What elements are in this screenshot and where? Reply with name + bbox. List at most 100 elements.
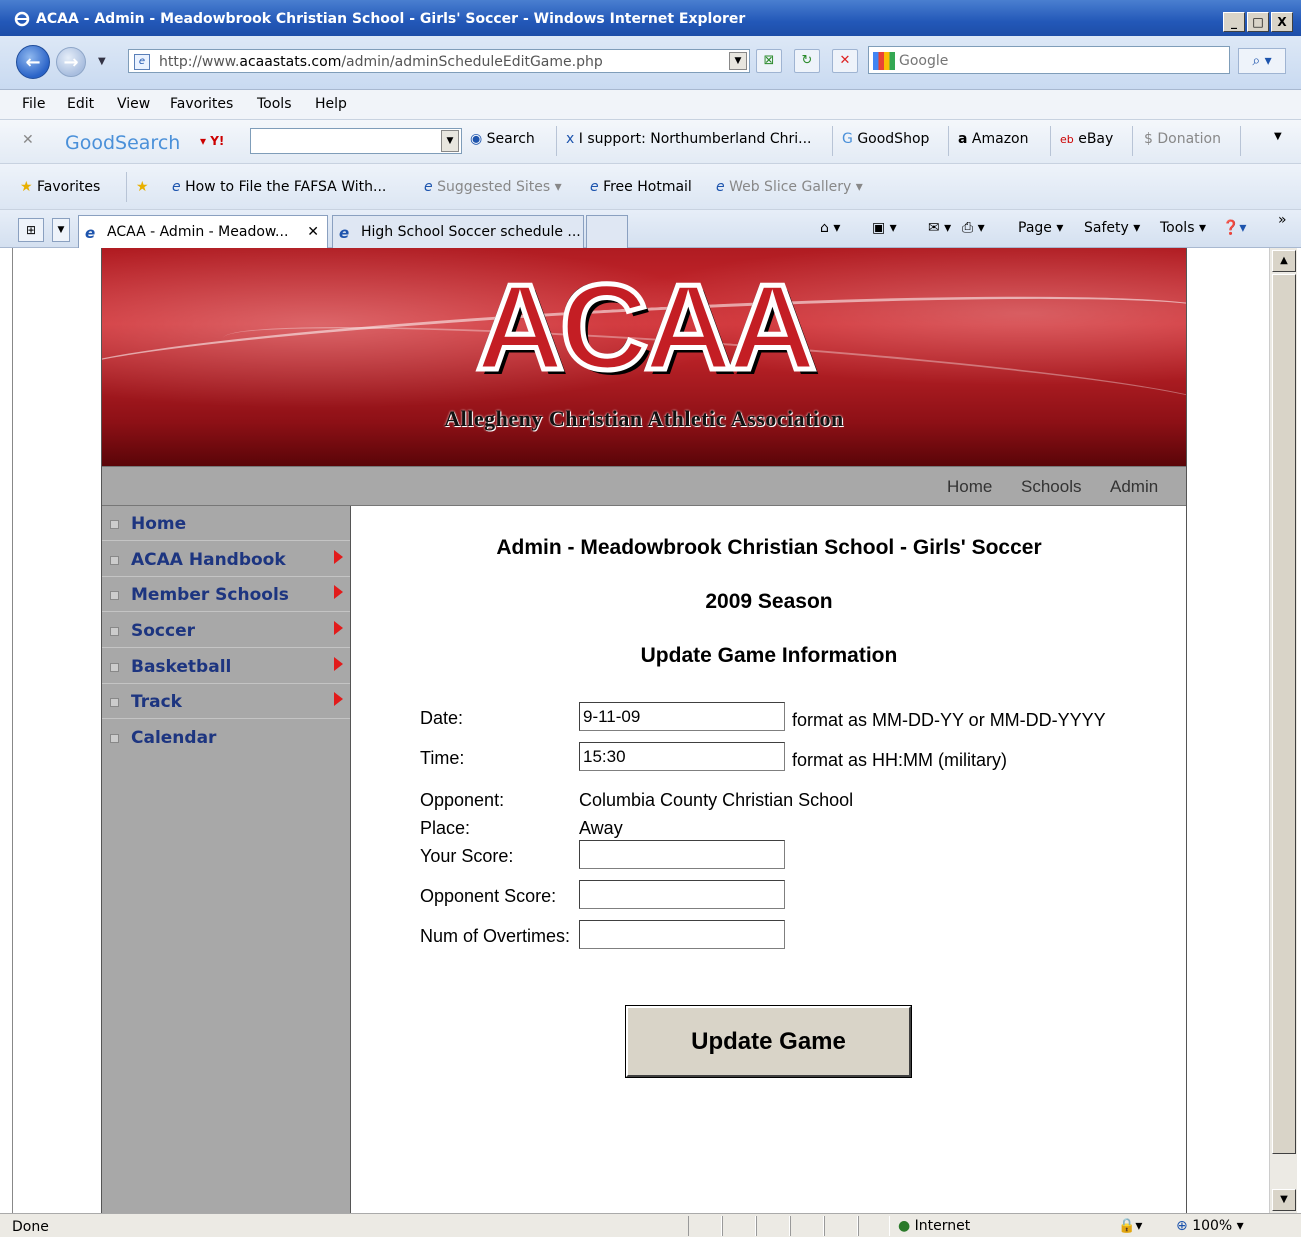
scroll-up-icon[interactable]: ▲: [1272, 250, 1296, 272]
donation-link[interactable]: $ Donation: [1144, 131, 1221, 147]
menu-tools[interactable]: Tools: [257, 96, 292, 112]
place-label: Place:: [420, 818, 471, 838]
help-icon[interactable]: ❓▾: [1222, 220, 1246, 236]
protected-mode-icon[interactable]: 🔒▾: [1118, 1218, 1142, 1234]
goodsearch-toolbar: ✕ GoodSearch ▾ Y! ▼ ◉ Search ⅹ I support…: [0, 120, 1301, 164]
new-tab-button[interactable]: [586, 215, 628, 248]
bullet-icon: [110, 591, 119, 600]
page-heading: Admin - Meadowbrook Christian School - G…: [496, 536, 1042, 559]
scroll-down-icon[interactable]: ▼: [1272, 1189, 1296, 1211]
goodshop-icon: G: [842, 131, 853, 147]
nav-item-member-schools[interactable]: Member Schools: [102, 577, 350, 612]
menu-view[interactable]: View: [117, 96, 150, 112]
goodsearch-search-button[interactable]: ◉ Search: [470, 131, 535, 147]
fav-suggested-sites[interactable]: e Suggested Sites ▾: [424, 179, 562, 195]
ebay-link[interactable]: eb eBay: [1060, 131, 1113, 147]
search-button[interactable]: ⌕ ▾: [1238, 48, 1286, 74]
zoom-level[interactable]: ⊕ 100% ▾: [1176, 1218, 1244, 1234]
fav-fafsa-link[interactable]: e How to File the FAFSA With...: [172, 179, 386, 195]
favorites-button[interactable]: ★ Favorites: [20, 179, 100, 195]
menu-edit[interactable]: Edit: [67, 96, 94, 112]
nav-item-calendar[interactable]: Calendar: [102, 720, 350, 755]
opponent-score-input[interactable]: [579, 880, 785, 909]
minimize-button[interactable]: _: [1223, 12, 1245, 32]
add-favorite-icon[interactable]: ★: [136, 179, 149, 195]
submenu-arrow-icon: [334, 692, 343, 706]
history-dropdown-icon[interactable]: ▼: [98, 56, 106, 67]
compatibility-view-icon[interactable]: ⊠: [756, 49, 782, 73]
quick-tabs-icon[interactable]: ⊞: [18, 218, 44, 242]
address-url[interactable]: http://www.acaastats.com/admin/adminSche…: [159, 54, 603, 70]
page-viewport: ACAA Allegheny Christian Athletic Associ…: [12, 248, 1269, 1213]
feeds-icon[interactable]: ▣ ▾: [872, 220, 897, 236]
search-icon: ⌕ ▾: [1252, 53, 1272, 69]
bullet-icon: [110, 698, 119, 707]
support-link[interactable]: ⅹ I support: Northumberland Chri...: [566, 131, 812, 147]
close-tab-icon[interactable]: ✕: [307, 224, 319, 240]
topnav-schools[interactable]: Schools: [1021, 477, 1081, 497]
tools-menu[interactable]: Tools ▾: [1160, 220, 1206, 236]
date-input[interactable]: [579, 702, 785, 731]
close-toolbar-icon[interactable]: ✕: [22, 132, 34, 148]
forward-button[interactable]: →: [56, 47, 86, 77]
goodsearch-dropdown-icon[interactable]: ▼: [441, 130, 459, 152]
tab-bar: ⊞ ▼ e ACAA - Admin - Meadow... ✕ e High …: [0, 210, 1301, 248]
menu-file[interactable]: File: [22, 96, 45, 112]
nav-item-track[interactable]: Track: [102, 684, 350, 719]
overtimes-input[interactable]: [579, 920, 785, 949]
address-dropdown-icon[interactable]: ▼: [729, 52, 747, 70]
nav-item-basketball[interactable]: Basketball: [102, 649, 350, 684]
yahoo-icon[interactable]: ▾ Y!: [200, 134, 224, 148]
address-bar[interactable]: e http://www.acaastats.com/admin/adminSc…: [128, 49, 750, 73]
back-button[interactable]: ←: [16, 45, 50, 79]
menu-help[interactable]: Help: [315, 96, 347, 112]
home-icon[interactable]: ⌂ ▾: [820, 220, 840, 236]
nav-item-acaa-handbook[interactable]: ACAA Handbook: [102, 542, 350, 577]
menu-favorites[interactable]: Favorites: [170, 96, 233, 112]
goodsearch-logo[interactable]: GoodSearch: [65, 132, 180, 154]
close-window-button[interactable]: X: [1271, 12, 1293, 32]
page-menu[interactable]: Page ▾: [1018, 220, 1063, 236]
search-box[interactable]: [868, 46, 1230, 74]
topnav-admin[interactable]: Admin: [1110, 477, 1158, 497]
update-game-button[interactable]: Update Game: [625, 1005, 912, 1078]
fav-web-slice-gallery[interactable]: e Web Slice Gallery ▾: [716, 179, 863, 195]
print-icon[interactable]: ⎙ ▾: [962, 220, 985, 236]
fav-hotmail-link[interactable]: e Free Hotmail: [590, 179, 692, 195]
search-input[interactable]: [899, 51, 1219, 71]
safety-menu[interactable]: Safety ▾: [1084, 220, 1140, 236]
security-zone: ● Internet: [898, 1218, 971, 1234]
status-bar: Done ● Internet 🔒▾ ⊕ 100% ▾: [0, 1213, 1301, 1237]
your-score-input[interactable]: [579, 840, 785, 869]
tab-acaa-admin[interactable]: e ACAA - Admin - Meadow... ✕: [78, 215, 328, 248]
chevron-more-icon[interactable]: »: [1278, 212, 1287, 228]
amazon-link[interactable]: a Amazon: [958, 131, 1029, 147]
ie-page-icon: e: [716, 179, 725, 195]
time-label: Time:: [420, 748, 465, 768]
topnav-home[interactable]: Home: [947, 477, 992, 497]
overtimes-label: Num of Overtimes:: [420, 926, 571, 946]
nav-item-soccer[interactable]: Soccer: [102, 613, 350, 648]
mail-icon[interactable]: ✉ ▾: [928, 220, 951, 236]
date-label: Date:: [420, 708, 464, 728]
site-banner: ACAA Allegheny Christian Athletic Associ…: [102, 248, 1186, 466]
maximize-button[interactable]: □: [1247, 12, 1269, 32]
tab-soccer-schedule[interactable]: e High School Soccer schedule ...: [332, 215, 584, 248]
stop-icon[interactable]: ✕: [832, 49, 858, 73]
time-input[interactable]: [579, 742, 785, 771]
nav-item-home[interactable]: Home: [102, 506, 350, 541]
google-icon: [873, 52, 895, 70]
scroll-thumb[interactable]: [1272, 274, 1296, 1154]
refresh-icon[interactable]: ↻: [794, 49, 820, 73]
toolbar-overflow-icon[interactable]: ▼: [1274, 131, 1282, 142]
bullet-icon: [110, 663, 119, 672]
vertical-scrollbar[interactable]: ▲ ▼: [1269, 248, 1297, 1213]
submenu-arrow-icon: [334, 621, 343, 635]
goodsearch-input[interactable]: [250, 128, 462, 154]
ie-page-icon: e: [85, 224, 96, 242]
search-icon: ◉: [470, 131, 483, 147]
goodshop-link[interactable]: G GoodShop: [842, 131, 929, 147]
globe-icon: ●: [898, 1218, 911, 1234]
your-score-label: Your Score:: [420, 846, 514, 866]
tab-list-icon[interactable]: ▼: [52, 218, 70, 242]
